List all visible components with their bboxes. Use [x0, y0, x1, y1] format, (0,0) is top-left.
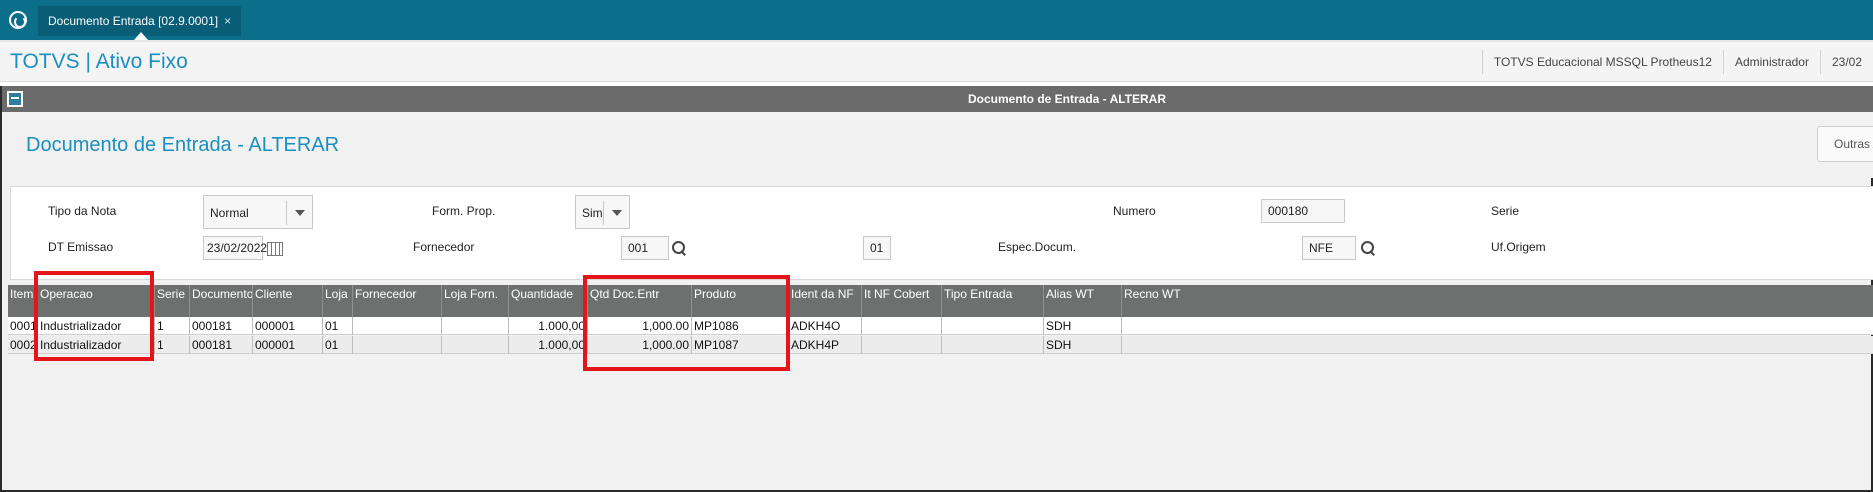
numero-field[interactable]: 000180 — [1261, 199, 1345, 223]
cell-tipo-entrada[interactable] — [942, 336, 1044, 354]
col-header-it-nf-cobert[interactable]: It NF Cobert — [862, 285, 942, 317]
serie-label: Serie — [1491, 204, 1520, 218]
outras-acoes-button[interactable]: Outras A — [1817, 126, 1873, 162]
col-header-ident-nf[interactable]: Ident da NF — [789, 285, 862, 317]
col-header-loja-forn[interactable]: Loja Forn. — [442, 285, 509, 317]
table-row[interactable]: 0001 Industrializador 1 000181 000001 01… — [8, 317, 1873, 335]
col-header-fornecedor[interactable]: Fornecedor — [353, 285, 442, 317]
dialog-title: Documento de Entrada - ALTERAR — [26, 134, 340, 156]
table-row[interactable]: 0002 Industrializador 1 000181 000001 01… — [8, 336, 1873, 354]
tipo-nota-select[interactable]: Normal — [203, 195, 313, 229]
close-icon[interactable]: × — [224, 6, 231, 36]
window-icon[interactable] — [7, 91, 23, 107]
dt-emissao-field[interactable]: 23/02/2022 — [203, 236, 267, 260]
cell-loja-forn[interactable] — [442, 317, 509, 335]
calendar-icon[interactable] — [267, 242, 283, 256]
highlight-qtd-produto-columns — [583, 275, 790, 371]
fornecedor-field[interactable]: 001 — [621, 236, 669, 260]
cell-cliente[interactable]: 000001 — [253, 317, 323, 335]
user-label[interactable]: Administrador — [1722, 50, 1820, 74]
form-prop-value: Sim — [582, 206, 603, 220]
col-header-documento[interactable]: Documento — [190, 285, 253, 317]
cell-quantidade[interactable]: 1.000,00 — [509, 317, 588, 335]
search-icon[interactable] — [1360, 240, 1376, 256]
search-icon[interactable] — [671, 240, 687, 256]
grid-header: Item Operacao Serie Documento Cliente Lo… — [8, 285, 1873, 317]
app-header: TOTVS | Ativo Fixo TOTVS Educacional MSS… — [0, 40, 1873, 82]
cell-alias-wt[interactable]: SDH — [1044, 317, 1122, 335]
cell-quantidade[interactable]: 1.000,00 — [509, 336, 588, 354]
col-header-recno-wt[interactable]: Recno WT — [1122, 285, 1873, 317]
cell-serie[interactable]: 1 — [155, 317, 190, 335]
cell-recno-wt[interactable] — [1122, 317, 1873, 335]
fornecedor-label: Fornecedor — [413, 240, 475, 254]
cell-documento[interactable]: 000181 — [190, 317, 253, 335]
cell-loja[interactable]: 01 — [323, 336, 353, 354]
cell-tipo-entrada[interactable] — [942, 317, 1044, 335]
dialog-header: Documento de Entrada - ALTERAR Outras A — [2, 112, 1873, 178]
date-label: 23/02 — [1819, 50, 1873, 74]
espec-docum-field[interactable]: NFE — [1302, 236, 1356, 260]
cell-loja[interactable]: 01 — [323, 317, 353, 335]
cell-alias-wt[interactable]: SDH — [1044, 336, 1122, 354]
col-header-quantidade[interactable]: Quantidade — [509, 285, 588, 317]
cell-recno-wt[interactable] — [1122, 336, 1873, 354]
col-header-serie[interactable]: Serie — [155, 285, 190, 317]
cell-ident-nf[interactable]: ADKH4P — [789, 336, 862, 354]
app-info: TOTVS Educacional MSSQL Protheus12 Admin… — [1481, 42, 1873, 82]
highlight-operacao-column — [34, 271, 154, 361]
col-header-loja[interactable]: Loja — [323, 285, 353, 317]
cell-cliente[interactable]: 000001 — [253, 336, 323, 354]
top-tab-bar: Documento Entrada [02.9.0001] × — [0, 0, 1873, 40]
tipo-nota-value: Normal — [210, 206, 249, 220]
cell-ident-nf[interactable]: ADKH4O — [789, 317, 862, 335]
cell-it-nf-cobert[interactable] — [862, 317, 942, 335]
app-title: TOTVS | Ativo Fixo — [10, 50, 188, 73]
page: Documento Entrada [02.9.0001] × TOTVS | … — [0, 0, 1873, 492]
cell-fornecedor[interactable] — [353, 317, 442, 335]
form-prop-select[interactable]: Sim — [575, 195, 630, 229]
environment-label: TOTVS Educacional MSSQL Protheus12 — [1481, 50, 1723, 74]
col-header-cliente[interactable]: Cliente — [253, 285, 323, 317]
cell-loja-forn[interactable] — [442, 336, 509, 354]
tipo-nota-label: Tipo da Nota — [48, 204, 117, 218]
espec-docum-label: Espec.Docum. — [998, 240, 1077, 254]
window-title: Documento de Entrada - ALTERAR — [968, 92, 1167, 106]
form-prop-label: Form. Prop. — [432, 204, 496, 218]
uf-origem-label: Uf.Origem — [1491, 240, 1546, 254]
window-titlebar: Documento de Entrada - ALTERAR — [2, 86, 1873, 112]
dropdown-arrow-icon[interactable] — [603, 201, 629, 225]
dropdown-arrow-icon[interactable] — [286, 201, 312, 225]
home-icon[interactable] — [9, 11, 27, 29]
col-header-alias-wt[interactable]: Alias WT — [1044, 285, 1122, 317]
cell-documento[interactable]: 000181 — [190, 336, 253, 354]
dt-emissao-label: DT Emissao — [48, 240, 114, 254]
col-header-tipo-entrada[interactable]: Tipo Entrada — [942, 285, 1044, 317]
cell-serie[interactable]: 1 — [155, 336, 190, 354]
cell-fornecedor[interactable] — [353, 336, 442, 354]
loja-field[interactable]: 01 — [863, 236, 891, 260]
cell-it-nf-cobert[interactable] — [862, 336, 942, 354]
form-panel: Tipo da Nota Normal Form. Prop. Sim Nume… — [10, 186, 1873, 280]
active-tab-marker — [134, 32, 148, 40]
numero-label: Numero — [1113, 204, 1156, 218]
